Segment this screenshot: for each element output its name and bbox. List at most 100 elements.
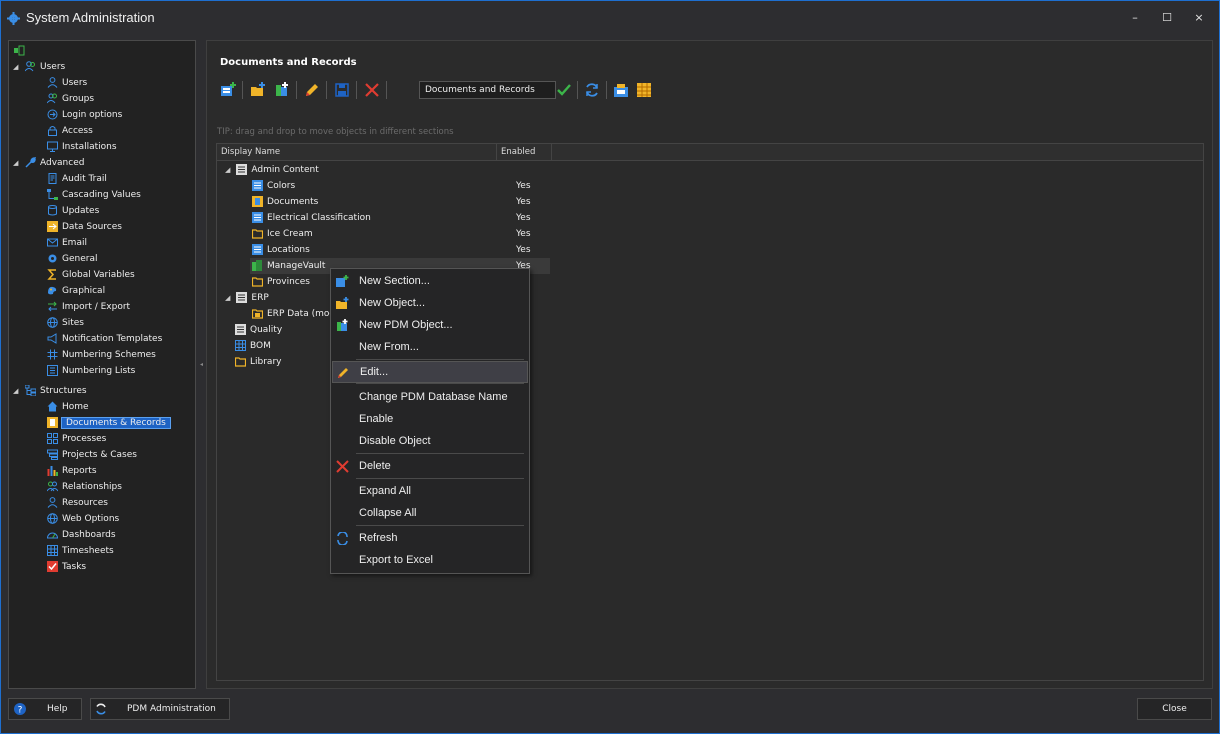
tree-row-colors[interactable]: Colors (252, 178, 295, 194)
sidebar-item-dashboards[interactable]: Dashboards (47, 527, 116, 543)
database-name-icon[interactable] (613, 82, 629, 98)
globe-icon (47, 513, 58, 524)
tree-group-advanced[interactable]: ◢ Advanced (13, 155, 84, 171)
tree-row-admin-content[interactable]: ◢ Admin Content (225, 162, 319, 178)
tree-row-library[interactable]: Library (235, 354, 281, 370)
sidebar-item-numbering-lists[interactable]: Numbering Lists (47, 363, 135, 379)
menu-item-new-from[interactable]: New From... (332, 337, 526, 357)
save-icon[interactable] (334, 82, 350, 98)
menu-item-disable-object[interactable]: Disable Object (332, 431, 526, 451)
close-button[interactable]: Close (1137, 698, 1212, 720)
users-icon (25, 61, 35, 72)
menu-item-label: Edit... (360, 366, 389, 378)
tree-row-bom[interactable]: BOM (235, 338, 271, 354)
menu-separator (356, 525, 524, 526)
sidebar-item-label: Resources (62, 498, 108, 508)
tree-row-quality[interactable]: Quality (235, 322, 282, 338)
window-title: System Administration (26, 10, 155, 25)
column-header-display-name[interactable]: Display Name (217, 144, 497, 160)
collapse-arrow-icon[interactable]: ◢ (225, 294, 230, 302)
tree-row-locations[interactable]: Locations (252, 242, 310, 258)
tree-row-erp-data[interactable]: ERP Data (moc (252, 306, 334, 322)
sidebar-item-access[interactable]: Access (47, 123, 93, 139)
sidebar-item-documents-records[interactable]: Documents & Records (47, 415, 171, 431)
sidebar-item-label: Web Options (62, 514, 120, 524)
tree-row-ice-cream[interactable]: Ice Cream (252, 226, 313, 242)
sidebar-item-audit-trail[interactable]: Audit Trail (47, 171, 107, 187)
new-section-icon[interactable] (220, 82, 236, 98)
sidebar-item-reports[interactable]: Reports (47, 463, 97, 479)
menu-item-change-pdm-database-name[interactable]: Change PDM Database Name (332, 387, 526, 407)
maximize-button[interactable]: ☐ (1155, 9, 1179, 27)
task-check-icon (47, 561, 58, 572)
menu-item-collapse-all[interactable]: Collapse All (332, 503, 526, 523)
sidebar-item-timesheets[interactable]: Timesheets (47, 543, 114, 559)
minimize-button[interactable]: – (1123, 9, 1147, 27)
menu-item-refresh[interactable]: Refresh (332, 528, 526, 548)
pdm-administration-button[interactable]: PDM Administration (90, 698, 230, 720)
refresh-icon (337, 532, 348, 545)
column-header-enabled[interactable]: Enabled (497, 144, 552, 160)
sidebar-item-projects-cases[interactable]: Projects & Cases (47, 447, 137, 463)
sidebar-item-groups[interactable]: Groups (47, 91, 94, 107)
sidebar-item-relationships[interactable]: Relationships (47, 479, 122, 495)
collapse-arrow-icon[interactable]: ◢ (13, 155, 18, 171)
help-button[interactable]: ? Help (8, 698, 82, 720)
title-bar: System Administration – ☐ × (1, 1, 1219, 35)
collapse-arrow-icon[interactable]: ◢ (13, 383, 18, 399)
menu-item-enable[interactable]: Enable (332, 409, 526, 429)
confirm-check-icon[interactable] (556, 82, 572, 98)
sidebar-item-numbering-schemes[interactable]: Numbering Schemes (47, 347, 156, 363)
toolbar-separator (242, 81, 243, 99)
sidebar-item-general[interactable]: General (47, 251, 97, 267)
sidebar-item-tasks[interactable]: Tasks (47, 559, 86, 575)
new-object-icon[interactable] (250, 82, 266, 98)
sidebar-item-import-export[interactable]: Import / Export (47, 299, 130, 315)
menu-item-delete[interactable]: Delete (332, 456, 526, 476)
email-icon (47, 238, 58, 247)
tree-row-provinces[interactable]: Provinces (252, 274, 310, 290)
menu-item-expand-all[interactable]: Expand All (332, 481, 526, 501)
menu-item-export-to-excel[interactable]: Export to Excel (332, 550, 526, 570)
sidebar-item-global-variables[interactable]: Global Variables (47, 267, 135, 283)
monitor-icon (47, 141, 58, 152)
sidebar-item-sites[interactable]: Sites (47, 315, 84, 331)
section-name-field[interactable]: Documents and Records (419, 81, 556, 99)
sidebar-item-users[interactable]: Users (47, 75, 87, 91)
collapse-arrow-icon[interactable]: ◢ (13, 59, 18, 75)
sidebar-item-graphical[interactable]: Graphical (47, 283, 105, 299)
tree-row-documents[interactable]: Documents (252, 194, 318, 210)
data-source-icon (47, 221, 58, 232)
sidebar-item-resources[interactable]: Resources (47, 495, 108, 511)
sidebar-item-email[interactable]: Email (47, 235, 87, 251)
menu-item-edit[interactable]: Edit... (332, 361, 528, 383)
toolbar-separator (577, 81, 578, 99)
menu-item-new-pdm-object[interactable]: New PDM Object... (332, 315, 526, 335)
edit-pencil-icon[interactable] (304, 82, 320, 98)
tree-group-structures[interactable]: ◢ Structures (13, 383, 87, 399)
refresh-icon[interactable] (584, 82, 600, 98)
sidebar-item-login-options[interactable]: Login options (47, 107, 122, 123)
menu-item-new-section[interactable]: New Section... (332, 271, 526, 291)
edit-pencil-icon (338, 368, 348, 378)
close-window-button[interactable]: × (1187, 9, 1211, 27)
sidebar-item-notification-templates[interactable]: Notification Templates (47, 331, 162, 347)
sidebar-item-processes[interactable]: Processes (47, 431, 106, 447)
new-pdm-object-icon[interactable] (274, 82, 290, 98)
row-name: Colors (267, 181, 296, 191)
sidebar-item-cascading-values[interactable]: Cascading Values (47, 187, 141, 203)
tree-row-erp[interactable]: ◢ ERP (225, 290, 269, 306)
sidebar-item-installations[interactable]: Installations (47, 139, 117, 155)
splitter-handle-icon[interactable]: ◂ (200, 361, 203, 368)
menu-item-new-object[interactable]: New Object... (332, 293, 526, 313)
sidebar-item-data-sources[interactable]: Data Sources (47, 219, 122, 235)
export-excel-icon[interactable] (636, 82, 652, 98)
tree-group-users[interactable]: ◢ Users (13, 59, 65, 75)
delete-x-icon[interactable] (364, 82, 380, 98)
tree-row-electrical-classification[interactable]: Electrical Classification (252, 210, 371, 226)
tree-root[interactable] (14, 43, 29, 59)
sidebar-item-home[interactable]: Home (47, 399, 89, 415)
sidebar-item-web-options[interactable]: Web Options (47, 511, 119, 527)
collapse-arrow-icon[interactable]: ◢ (225, 166, 230, 174)
sidebar-item-updates[interactable]: Updates (47, 203, 99, 219)
